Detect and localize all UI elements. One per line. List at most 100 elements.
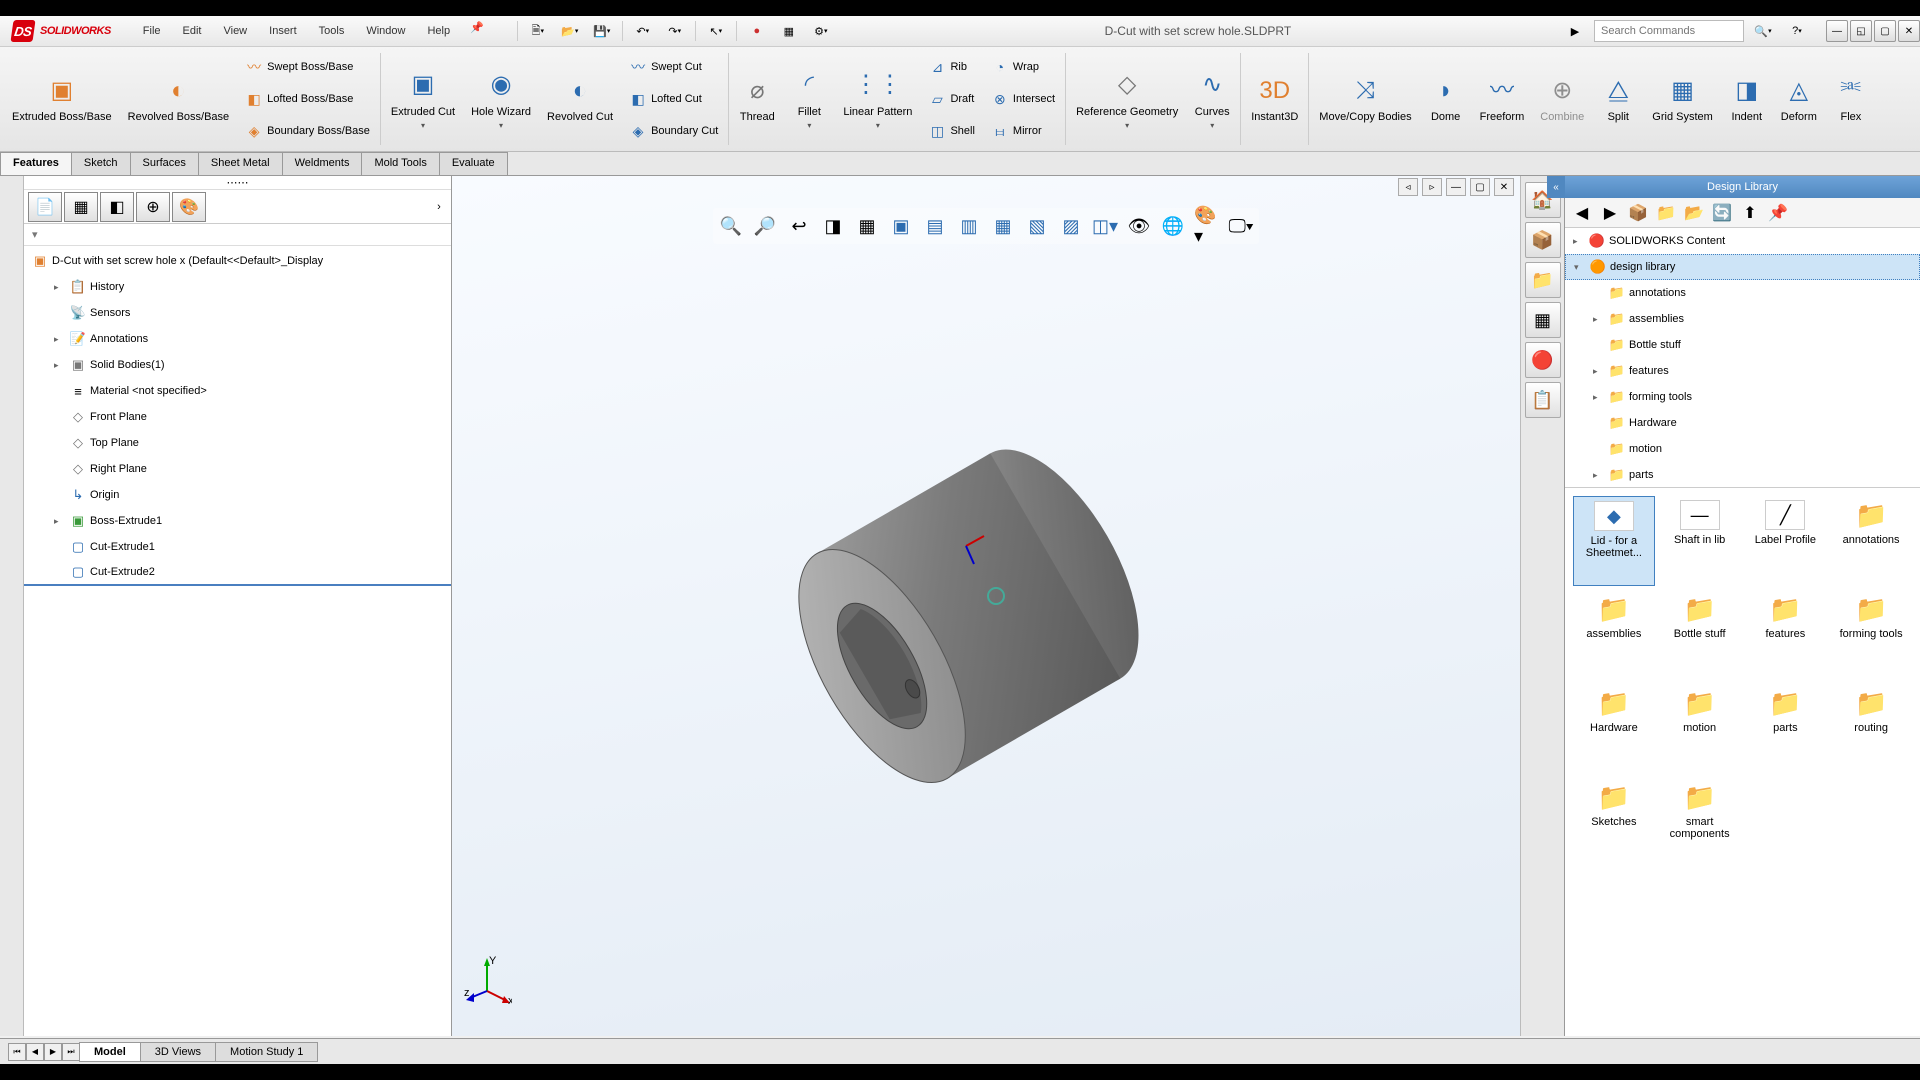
- fm-tab-dimxpert[interactable]: ⊕: [136, 192, 170, 222]
- taskpane-appearances-icon[interactable]: 🔴: [1525, 342, 1561, 378]
- search-run-icon[interactable]: ▶: [1560, 18, 1590, 44]
- dl-tree-designlibrary[interactable]: ▾🟠design library: [1565, 254, 1920, 280]
- select-button[interactable]: ↖▾: [701, 18, 731, 44]
- thread-button[interactable]: ⌀Thread: [731, 49, 783, 149]
- vp-minimize-button[interactable]: —: [1446, 178, 1466, 196]
- section-view-icon[interactable]: ◨: [819, 212, 847, 240]
- view-orientation-icon[interactable]: ▦: [853, 212, 881, 240]
- save-button[interactable]: 💾▾: [587, 18, 617, 44]
- vp-close-button[interactable]: ✕: [1494, 178, 1514, 196]
- revolved-boss-button[interactable]: ◐Revolved Boss/Base: [120, 49, 238, 149]
- wireframe-icon[interactable]: ▨: [1057, 212, 1085, 240]
- dl-item-lid[interactable]: ◆Lid - for a Sheetmet...: [1573, 496, 1655, 586]
- dl-item-parts[interactable]: 📁parts: [1745, 684, 1827, 774]
- instant3d-button[interactable]: 3DInstant3D: [1243, 49, 1306, 149]
- tree-cutextrude2[interactable]: ▢Cut-Extrude2: [24, 560, 451, 586]
- vp-next-button[interactable]: ▹: [1422, 178, 1442, 196]
- vp-maximize-button[interactable]: ▢: [1470, 178, 1490, 196]
- tree-history[interactable]: ▸📋History: [24, 274, 451, 300]
- dl-add-folder-icon[interactable]: 📁: [1653, 200, 1679, 226]
- dl-up-icon[interactable]: ⬆: [1737, 200, 1763, 226]
- menu-edit[interactable]: Edit: [173, 21, 212, 41]
- mirror-button[interactable]: ⧦Mirror: [987, 120, 1059, 142]
- feature-filter[interactable]: ▾: [24, 224, 451, 246]
- dl-tree-bottle[interactable]: 📁Bottle stuff: [1565, 332, 1920, 358]
- minimize-button[interactable]: —: [1826, 20, 1848, 42]
- tree-cutextrude1[interactable]: ▢Cut-Extrude1: [24, 534, 451, 560]
- tree-origin[interactable]: ↳Origin: [24, 482, 451, 508]
- draft-button[interactable]: ▱Draft: [924, 88, 978, 110]
- dl-item-hardware[interactable]: 📁Hardware: [1573, 684, 1655, 774]
- dl-tree-parts[interactable]: ▸📁parts: [1565, 462, 1920, 488]
- taskpane-viewpalette-icon[interactable]: ▦: [1525, 302, 1561, 338]
- tree-bossextrude1[interactable]: ▸▣Boss-Extrude1: [24, 508, 451, 534]
- dl-item-shaft[interactable]: —Shaft in lib: [1659, 496, 1741, 586]
- dl-tree-swcontent[interactable]: ▸🔴SOLIDWORKS Content: [1565, 228, 1920, 254]
- dl-item-sketches[interactable]: 📁Sketches: [1573, 778, 1655, 868]
- tab-surfaces[interactable]: Surfaces: [130, 152, 199, 175]
- dl-item-label[interactable]: ╱Label Profile: [1745, 496, 1827, 586]
- menu-help[interactable]: Help: [417, 21, 460, 41]
- hole-wizard-button[interactable]: ◉Hole Wizard▾: [463, 49, 539, 149]
- taskpane-fileexplorer-icon[interactable]: 📁: [1525, 262, 1561, 298]
- dl-tree-assemblies[interactable]: ▸📁assemblies: [1565, 306, 1920, 332]
- taskpane-designlib-icon[interactable]: 📦: [1525, 222, 1561, 258]
- bottom-tab-model[interactable]: Model: [79, 1042, 141, 1062]
- view-settings-icon[interactable]: 🖵▾: [1227, 212, 1255, 240]
- tab-sketch[interactable]: Sketch: [71, 152, 131, 175]
- swept-cut-button[interactable]: 〰Swept Cut: [625, 56, 722, 78]
- dl-item-annotations[interactable]: 📁annotations: [1830, 496, 1912, 586]
- tree-topplane[interactable]: ◇Top Plane: [24, 430, 451, 456]
- vp-prev-button[interactable]: ◃: [1398, 178, 1418, 196]
- dl-forward-icon[interactable]: ▶: [1597, 200, 1623, 226]
- maximize-button[interactable]: ▢: [1874, 20, 1896, 42]
- help-icon[interactable]: ?▾: [1782, 18, 1812, 44]
- collapse-taskpane-icon[interactable]: «: [1547, 176, 1565, 198]
- open-button[interactable]: 📂▾: [555, 18, 585, 44]
- search-icon[interactable]: 🔍▾: [1748, 18, 1778, 44]
- redo-button[interactable]: ↷▾: [660, 18, 690, 44]
- curves-button[interactable]: ∿Curves▾: [1186, 49, 1238, 149]
- tab-features[interactable]: Features: [0, 152, 72, 175]
- dl-tree-motion[interactable]: 📁motion: [1565, 436, 1920, 462]
- dl-item-routing[interactable]: 📁routing: [1830, 684, 1912, 774]
- fm-tab-tree[interactable]: 📄: [28, 192, 62, 222]
- dl-item-features[interactable]: 📁features: [1745, 590, 1827, 680]
- dl-tree-annotations[interactable]: 📁annotations: [1565, 280, 1920, 306]
- menu-view[interactable]: View: [213, 21, 257, 41]
- bt-prev-icon[interactable]: ◀: [26, 1043, 44, 1061]
- tree-rightplane[interactable]: ◇Right Plane: [24, 456, 451, 482]
- rebuild-button[interactable]: ●: [742, 18, 772, 44]
- tab-moldtools[interactable]: Mold Tools: [361, 152, 439, 175]
- shell-button[interactable]: ◫Shell: [924, 120, 978, 142]
- swept-boss-button[interactable]: 〰Swept Boss/Base: [241, 56, 374, 78]
- tree-solidbodies[interactable]: ▸▣Solid Bodies(1): [24, 352, 451, 378]
- perspective-icon[interactable]: ◫▾: [1091, 212, 1119, 240]
- undo-button[interactable]: ↶▾: [628, 18, 658, 44]
- shaded-edges-icon[interactable]: ▤: [921, 212, 949, 240]
- bt-first-icon[interactable]: ⏮: [8, 1043, 26, 1061]
- tab-weldments[interactable]: Weldments: [282, 152, 363, 175]
- bottom-tab-3dviews[interactable]: 3D Views: [140, 1042, 216, 1062]
- display-style-icon[interactable]: ▣: [887, 212, 915, 240]
- tree-root[interactable]: ▣D-Cut with set screw hole x (Default<<D…: [24, 248, 451, 274]
- hidden-visible-icon[interactable]: ▧: [1023, 212, 1051, 240]
- edit-appearance-icon[interactable]: 🌐: [1159, 212, 1187, 240]
- movecopy-button[interactable]: ⤨Move/Copy Bodies: [1311, 49, 1419, 149]
- dl-pin-icon[interactable]: 📌: [1765, 200, 1791, 226]
- boundary-boss-button[interactable]: ◈Boundary Boss/Base: [241, 120, 374, 142]
- reference-geometry-button[interactable]: ◇Reference Geometry▾: [1068, 49, 1186, 149]
- dl-item-smartcomponents[interactable]: 📁smart components: [1659, 778, 1741, 868]
- menu-window[interactable]: Window: [356, 21, 415, 41]
- extruded-boss-button[interactable]: ▣Extruded Boss/Base: [4, 49, 120, 149]
- dl-tree-hardware[interactable]: 📁Hardware: [1565, 410, 1920, 436]
- search-input[interactable]: [1594, 20, 1744, 42]
- tree-sensors[interactable]: 📡Sensors: [24, 300, 451, 326]
- indent-button[interactable]: ◨Indent: [1721, 49, 1773, 149]
- dl-refresh-icon[interactable]: 🔄: [1709, 200, 1735, 226]
- panel-grip[interactable]: ⋯⋯: [24, 176, 451, 190]
- lofted-boss-button[interactable]: ◧Lofted Boss/Base: [241, 88, 374, 110]
- intersect-button[interactable]: ⊗Intersect: [987, 88, 1059, 110]
- freeform-button[interactable]: 〰Freeform: [1472, 49, 1533, 149]
- dl-add-location-icon[interactable]: 📦: [1625, 200, 1651, 226]
